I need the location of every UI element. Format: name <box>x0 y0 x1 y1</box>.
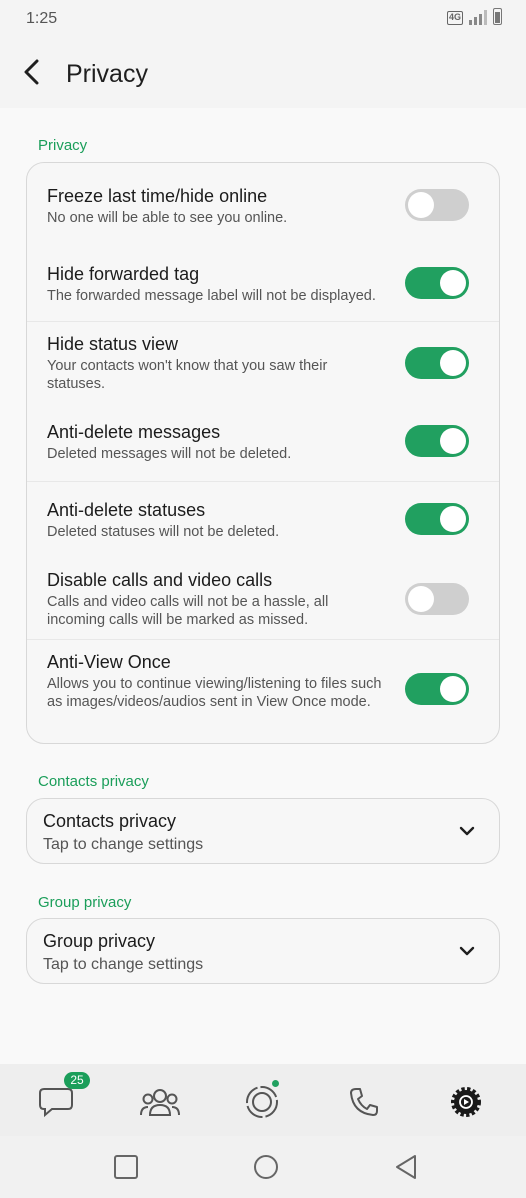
section-label-privacy: Privacy <box>38 137 88 154</box>
toggle-knob <box>440 350 466 376</box>
dropdown-title: Contacts privacy <box>43 811 177 831</box>
divider <box>27 481 499 482</box>
divider <box>27 639 499 640</box>
back-triangle-icon <box>396 1155 416 1179</box>
calls-icon <box>350 1088 378 1116</box>
item-description: No one will be able to see you online. <box>47 210 288 226</box>
recents-button[interactable] <box>111 1152 141 1182</box>
back-button[interactable] <box>14 54 50 90</box>
app-bar: Privacy <box>0 40 526 108</box>
dropdown-subtitle: Tap to change settings <box>43 836 204 853</box>
chats-icon <box>39 1088 73 1118</box>
status-icon <box>246 1086 278 1118</box>
toggle-knob <box>408 192 434 218</box>
bottom-nav: 25 <box>0 1064 526 1136</box>
dropdown-subtitle: Tap to change settings <box>43 956 204 973</box>
nav-status[interactable] <box>240 1082 284 1122</box>
toggle-anti-view-once[interactable] <box>405 673 469 705</box>
item-description: Your contacts won't know that you saw th… <box>47 358 328 392</box>
toggle-freeze-last-seen[interactable] <box>405 189 469 221</box>
toggle-knob <box>408 586 434 612</box>
unread-badge: 25 <box>64 1072 90 1089</box>
group-privacy-dropdown[interactable]: Group privacy Tap to change settings <box>26 918 500 984</box>
back-arrow-icon <box>24 59 39 85</box>
item-description: Allows you to continue viewing/listening… <box>47 676 382 710</box>
toggle-knob <box>440 676 466 702</box>
settings-icon <box>451 1087 481 1117</box>
item-description: Deleted statuses will not be deleted. <box>47 524 280 540</box>
section-label-contacts: Contacts privacy <box>38 773 149 790</box>
system-nav-bar <box>0 1136 526 1198</box>
toggle-disable-calls[interactable] <box>405 583 469 615</box>
signal-icon <box>469 9 487 25</box>
item-description: Calls and video calls will not be a hass… <box>47 594 329 628</box>
page-title: Privacy <box>66 60 148 88</box>
nav-community[interactable] <box>138 1082 182 1122</box>
section-label-group: Group privacy <box>38 894 132 911</box>
toggle-anti-delete-messages[interactable] <box>405 425 469 457</box>
toggle-knob <box>440 428 466 454</box>
dropdown-title: Group privacy <box>43 931 156 951</box>
divider <box>27 321 499 322</box>
battery-icon <box>493 8 502 25</box>
toggle-knob <box>440 506 466 532</box>
chevron-down-icon <box>459 826 475 836</box>
toggle-knob <box>440 270 466 296</box>
item-title: Anti-View Once <box>47 652 171 672</box>
toggle-hide-status-view[interactable] <box>405 347 469 379</box>
status-update-dot <box>272 1080 279 1087</box>
status-bar: 1:25 4G <box>0 0 526 40</box>
toggle-anti-delete-statuses[interactable] <box>405 503 469 535</box>
chevron-down-icon <box>459 946 475 956</box>
nav-calls[interactable] <box>342 1082 386 1122</box>
nav-settings[interactable] <box>444 1082 488 1122</box>
community-icon <box>140 1089 180 1116</box>
status-time: 1:25 <box>26 10 58 27</box>
privacy-settings-card: Freeze last time/hide online No one will… <box>26 162 500 744</box>
network-type-icon: 4G <box>446 11 463 25</box>
system-back-button[interactable] <box>391 1152 421 1182</box>
item-description: Deleted messages will not be deleted. <box>47 446 292 462</box>
contacts-privacy-dropdown[interactable]: Contacts privacy Tap to change settings <box>26 798 500 864</box>
toggle-hide-forwarded-tag[interactable] <box>405 267 469 299</box>
status-icons: 4G <box>446 8 502 25</box>
item-description: The forwarded message label will not be … <box>47 288 376 304</box>
home-icon <box>254 1155 278 1179</box>
home-button[interactable] <box>251 1152 281 1182</box>
recents-icon <box>114 1155 138 1179</box>
